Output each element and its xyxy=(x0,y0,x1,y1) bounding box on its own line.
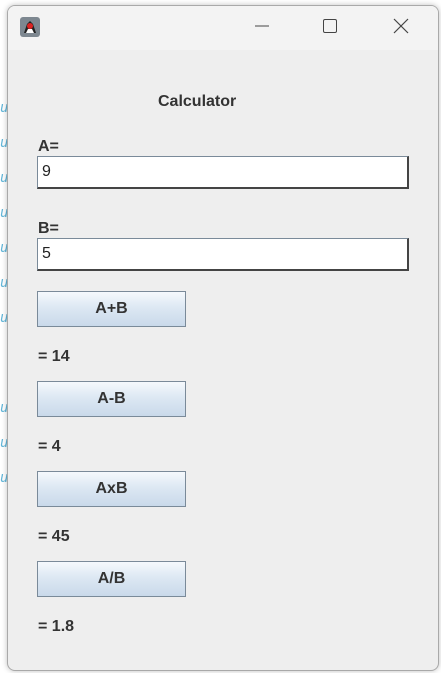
calculator-window: Calculator A= B= A+B = 14 A-B = 4 AxB = … xyxy=(7,5,439,671)
close-icon xyxy=(393,18,409,38)
close-button[interactable] xyxy=(378,6,424,50)
add-result: = 14 xyxy=(38,348,70,365)
a-label: A= xyxy=(38,138,59,155)
divide-button[interactable]: A/B xyxy=(37,561,186,597)
title-bar[interactable] xyxy=(8,6,438,50)
subtract-result: = 4 xyxy=(38,438,61,455)
divide-result: = 1.8 xyxy=(38,618,75,635)
subtract-button[interactable]: A-B xyxy=(37,381,186,417)
multiply-result: = 45 xyxy=(38,528,70,545)
maximize-icon xyxy=(322,18,338,38)
maximize-button[interactable] xyxy=(307,6,353,50)
b-input[interactable] xyxy=(37,238,409,271)
calculator-panel: Calculator A= B= A+B = 14 A-B = 4 AxB = … xyxy=(8,50,438,670)
b-label: B= xyxy=(38,220,59,237)
minimize-icon xyxy=(254,18,270,38)
calculator-title: Calculator xyxy=(158,93,237,110)
multiply-button[interactable]: AxB xyxy=(37,471,186,507)
minimize-button[interactable] xyxy=(239,6,285,50)
java-duke-icon xyxy=(19,16,41,38)
a-input[interactable] xyxy=(37,156,409,189)
add-button[interactable]: A+B xyxy=(37,291,186,327)
